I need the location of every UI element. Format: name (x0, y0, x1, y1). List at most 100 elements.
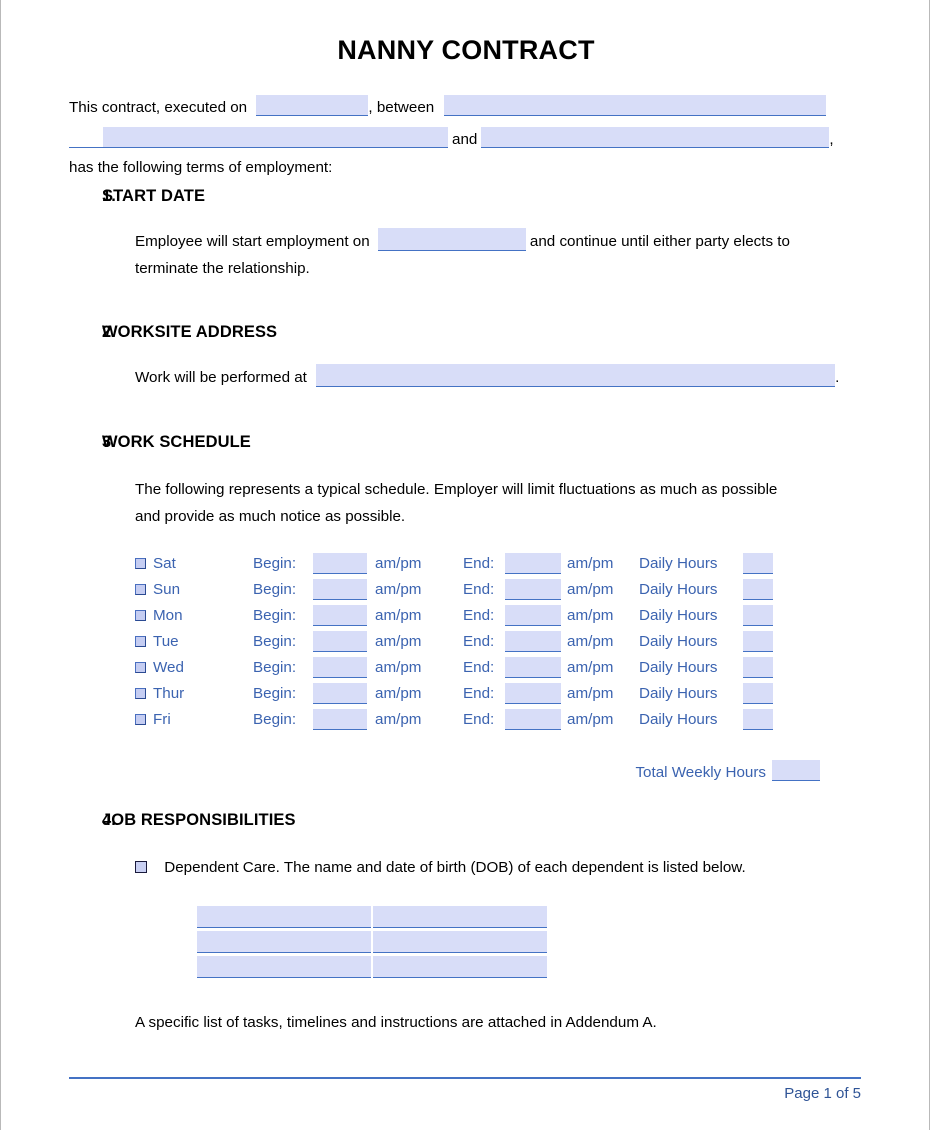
intro-text-executed-on: This contract, executed on (69, 98, 248, 116)
section-1-body: Employee will start employment on and co… (69, 227, 863, 282)
daily-hours-label: Daily Hours (639, 684, 718, 702)
intro-line-2: and, (69, 126, 863, 153)
begin-field-cell (313, 628, 375, 654)
begin-time-field-thur[interactable] (313, 682, 367, 704)
daily-hours-label: Daily Hours (639, 632, 718, 650)
day-label-thur: Thur (153, 684, 185, 702)
dependent-dob-cell (373, 931, 547, 954)
party-two-field[interactable] (103, 126, 448, 148)
day-label-wed: Wed (153, 658, 184, 676)
section-number-3: 3. (102, 432, 116, 451)
worksite-address-field[interactable] (316, 363, 836, 387)
party-one-field[interactable] (444, 94, 827, 116)
daily-hours-cell (743, 628, 789, 654)
work-schedule-table: Sat Begin: am/pm End: am/pm Daily Hours … (135, 550, 789, 732)
daily-hours-label: Daily Hours (639, 606, 718, 624)
party-three-field[interactable] (481, 126, 830, 148)
section-title-4: JOB RESPONSIBILITIES (102, 811, 296, 830)
checkbox-icon-wed[interactable] (135, 661, 146, 673)
table-row: Tue Begin: am/pm End: am/pm Daily Hours (135, 628, 789, 654)
daily-hours-field-wed[interactable] (743, 656, 773, 678)
begin-label: Begin: (253, 580, 297, 598)
end-time-field-fri[interactable] (505, 708, 561, 730)
start-date-field[interactable] (377, 227, 526, 251)
checkbox-icon-fri[interactable] (135, 713, 146, 725)
begin-time-field-mon[interactable] (313, 604, 367, 626)
dependent-name-cell (197, 931, 371, 954)
daily-hours-field-tue[interactable] (743, 630, 773, 652)
dependent-name-field-1[interactable] (197, 906, 371, 929)
end-time-field-sat[interactable] (505, 552, 561, 574)
dependent-name-cell (197, 906, 371, 929)
worksite-text-before: Work will be performed at (135, 368, 307, 386)
end-label: End: (463, 580, 495, 598)
begin-ampm-thur: am/pm (375, 684, 422, 702)
section-heading-worksite-address: 2. WORKSITE ADDRESS (69, 323, 863, 342)
table-row: Mon Begin: am/pm End: am/pm Daily Hours (135, 602, 789, 628)
begin-ampm-wed: am/pm (375, 658, 422, 676)
end-time-field-wed[interactable] (505, 656, 561, 678)
day-label-sat: Sat (153, 554, 176, 572)
begin-time-field-sun[interactable] (313, 578, 367, 600)
dependent-dob-field-3[interactable] (373, 956, 547, 979)
schedule-day-cell: Sun (135, 576, 253, 602)
worksite-address-line: Work will be performed at . (135, 363, 863, 391)
end-time-field-tue[interactable] (505, 630, 561, 652)
begin-ampm-tue: am/pm (375, 632, 422, 650)
end-label: End: (463, 606, 495, 624)
end-ampm-sun: am/pm (567, 580, 614, 598)
total-weekly-hours-field[interactable] (772, 760, 820, 782)
dependent-dob-field-2[interactable] (373, 931, 547, 954)
end-label: End: (463, 632, 495, 650)
daily-hours-field-mon[interactable] (743, 604, 773, 626)
begin-label: Begin: (253, 554, 297, 572)
executed-on-field[interactable] (256, 94, 369, 116)
dependent-name-field-2[interactable] (197, 931, 371, 954)
begin-ampm-sat: am/pm (375, 554, 422, 572)
dependent-table-body (197, 906, 547, 979)
end-ampm-mon: am/pm (567, 606, 614, 624)
schedule-day-cell: Fri (135, 706, 253, 732)
begin-ampm-sun: am/pm (375, 580, 422, 598)
end-field-cell (505, 654, 567, 680)
checkbox-icon-mon[interactable] (135, 609, 146, 621)
dependent-dob-field-1[interactable] (373, 906, 547, 929)
checkbox-icon-tue[interactable] (135, 635, 146, 647)
end-label: End: (463, 710, 495, 728)
section-number-4: 4. (102, 811, 116, 830)
daily-hours-field-sat[interactable] (743, 552, 773, 574)
end-ampm-tue: am/pm (567, 632, 614, 650)
end-time-field-mon[interactable] (505, 604, 561, 626)
end-field-cell (505, 680, 567, 706)
daily-hours-cell (743, 550, 789, 576)
intro-line-1: This contract, executed on , between (69, 94, 863, 121)
table-row: Thur Begin: am/pm End: am/pm Daily Hours (135, 680, 789, 706)
work-schedule-body: Sat Begin: am/pm End: am/pm Daily Hours … (135, 550, 789, 732)
intro-text-between: , between (368, 98, 435, 116)
end-time-field-sun[interactable] (505, 578, 561, 600)
section-heading-job-responsibilities: 4. JOB RESPONSIBILITIES (69, 811, 863, 830)
schedule-day-cell: Mon (135, 602, 253, 628)
daily-hours-field-thur[interactable] (743, 682, 773, 704)
daily-hours-field-fri[interactable] (743, 708, 773, 730)
begin-field-cell (313, 576, 375, 602)
dependent-name-field-3[interactable] (197, 956, 371, 979)
daily-hours-field-sun[interactable] (743, 578, 773, 600)
end-field-cell (505, 602, 567, 628)
checkbox-icon-sat[interactable] (135, 557, 146, 569)
begin-time-field-wed[interactable] (313, 656, 367, 678)
checkbox-icon-dependent-care[interactable] (135, 861, 147, 874)
begin-time-field-sat[interactable] (313, 552, 367, 574)
daily-hours-cell (743, 654, 789, 680)
end-ampm-sat: am/pm (567, 554, 614, 572)
daily-hours-cell (743, 706, 789, 732)
end-time-field-thur[interactable] (505, 682, 561, 704)
checkbox-icon-sun[interactable] (135, 583, 146, 595)
checkbox-icon-thur[interactable] (135, 687, 146, 699)
end-field-cell (505, 576, 567, 602)
table-row: Sat Begin: am/pm End: am/pm Daily Hours (135, 550, 789, 576)
begin-time-field-fri[interactable] (313, 708, 367, 730)
end-ampm-thur: am/pm (567, 684, 614, 702)
begin-time-field-tue[interactable] (313, 630, 367, 652)
begin-field-cell (313, 602, 375, 628)
